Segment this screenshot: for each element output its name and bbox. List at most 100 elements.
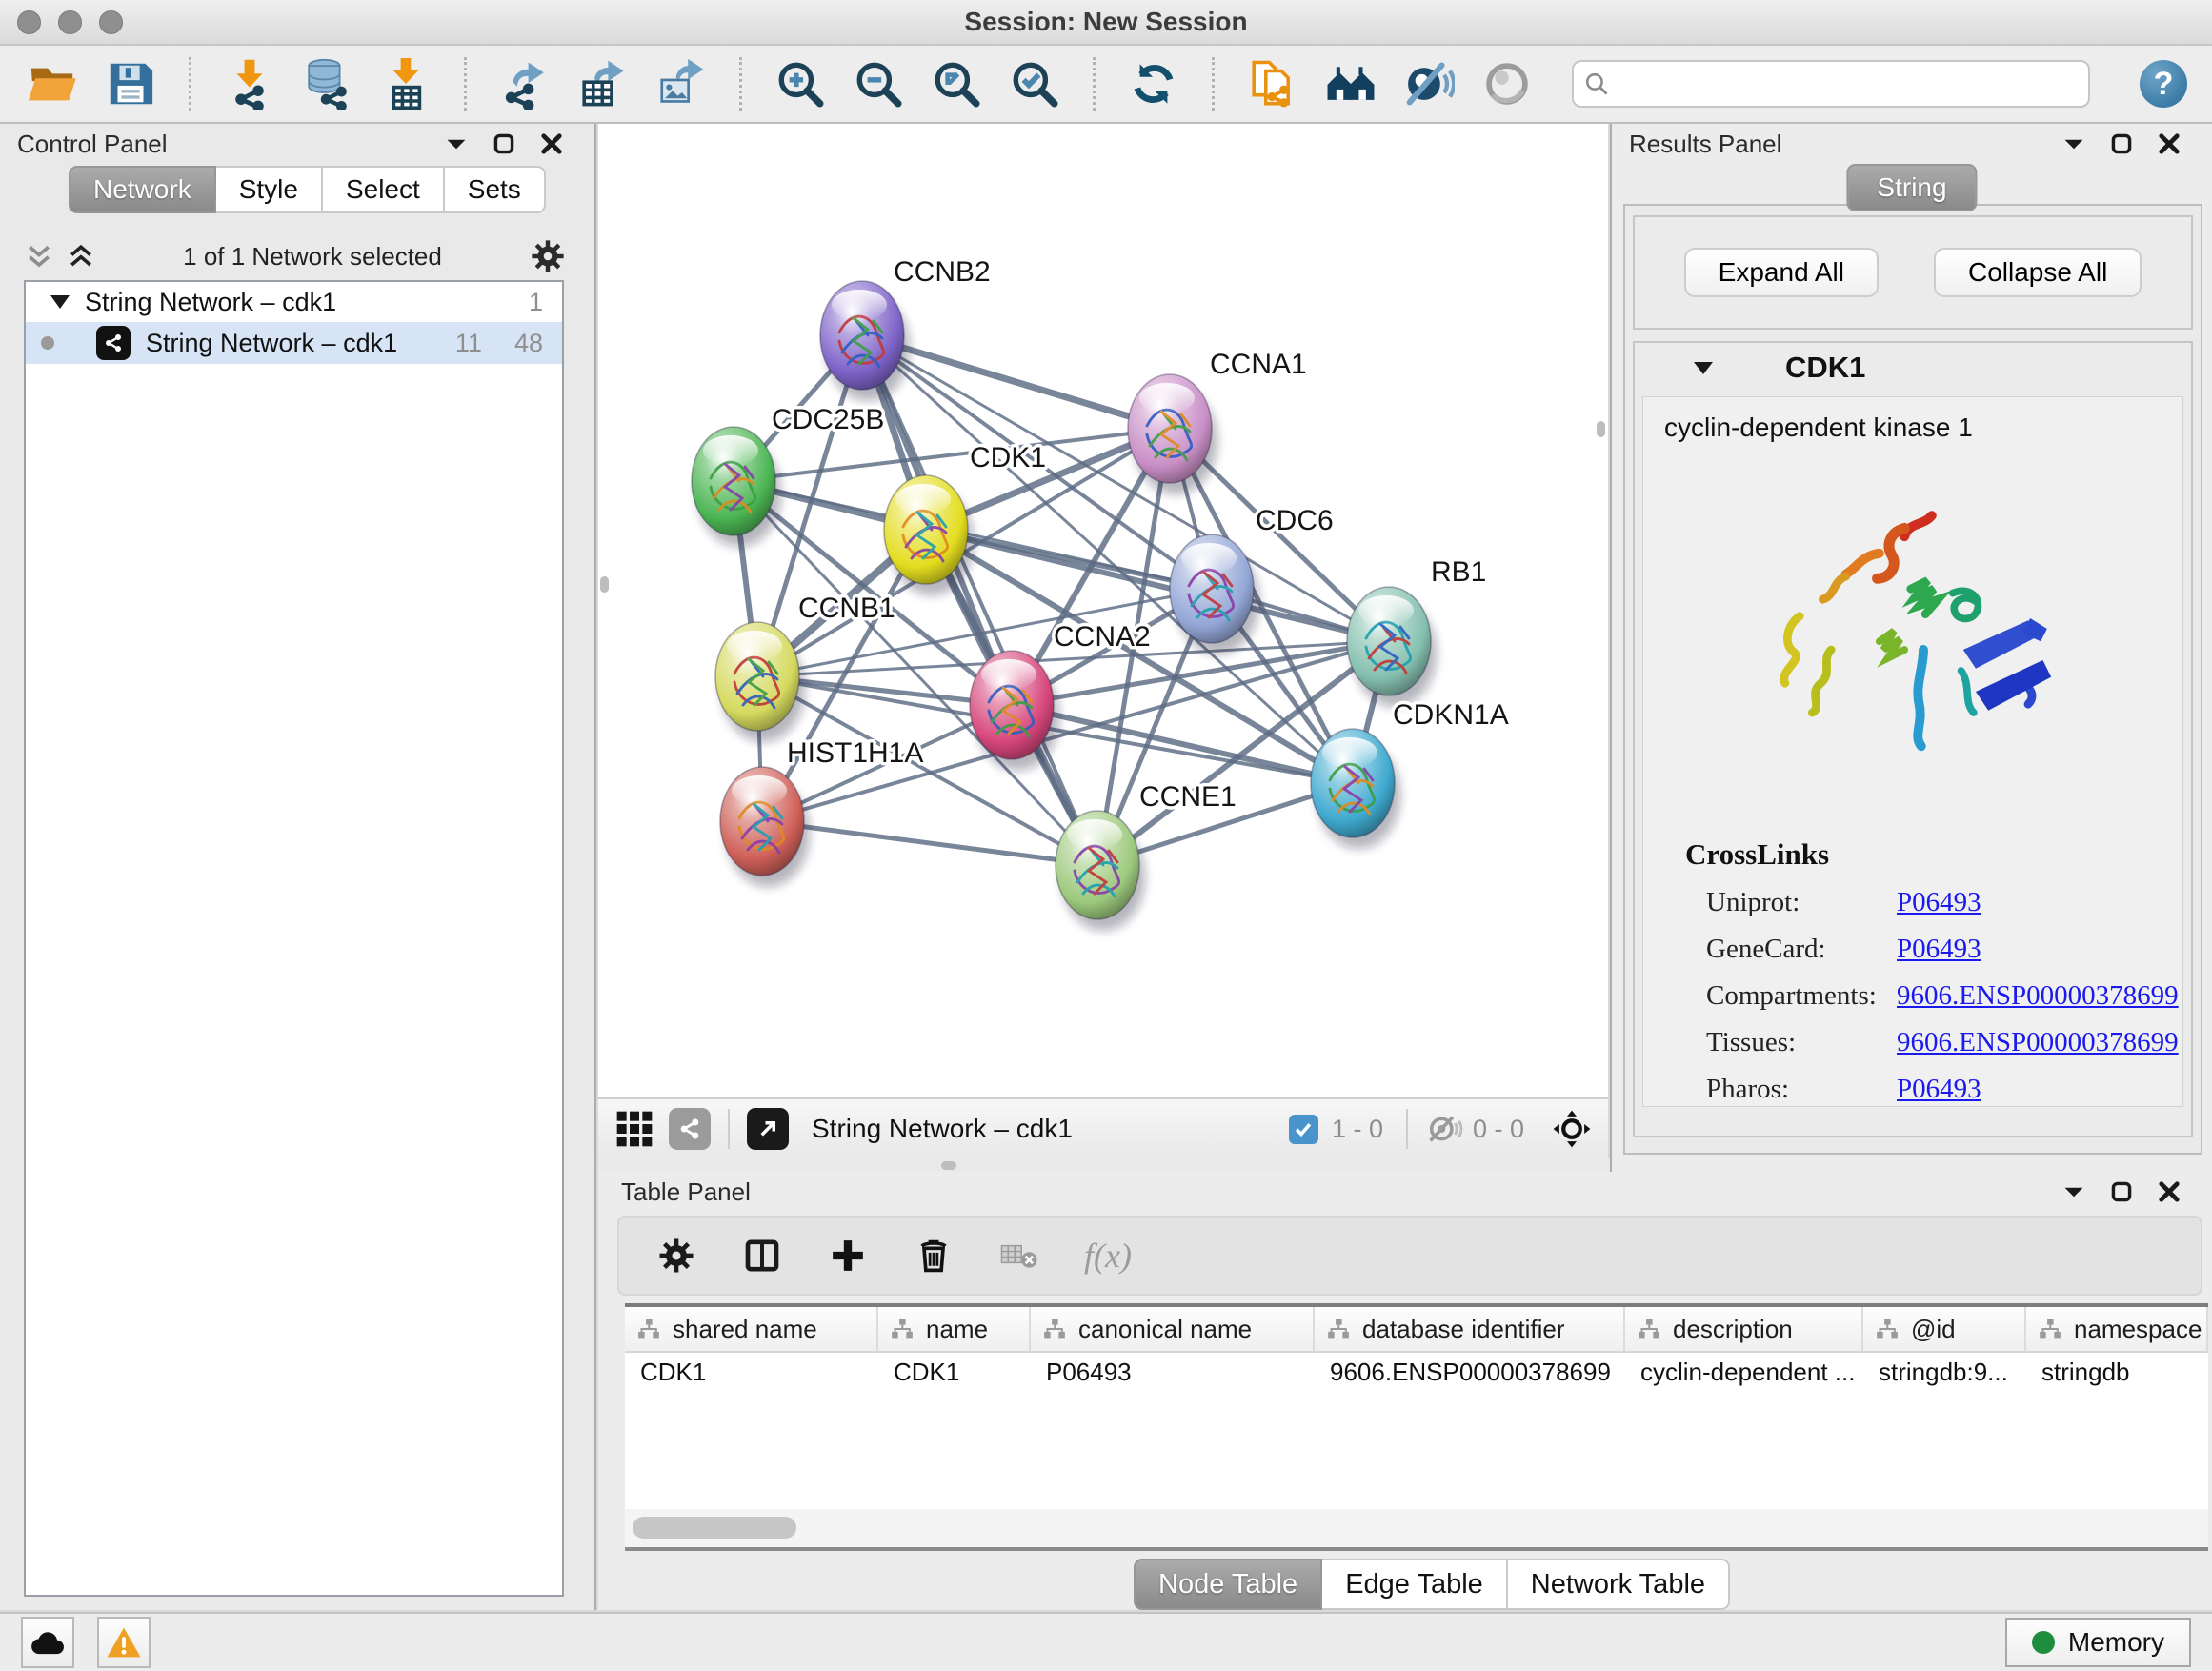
cloud-status-button[interactable] — [21, 1617, 74, 1668]
crosslink-value-link[interactable]: 9606.ENSP00000378699 — [1897, 1027, 2179, 1058]
column-header-shared-name[interactable]: shared name — [625, 1307, 878, 1351]
table-row[interactable]: CDK1CDK1P064939606.ENSP00000378699cyclin… — [625, 1353, 2208, 1391]
network-node-cdc6[interactable] — [1170, 534, 1259, 654]
open-in-new-window-icon[interactable] — [747, 1108, 789, 1150]
column-header-namespace[interactable]: namespace — [2026, 1307, 2208, 1351]
search-input[interactable] — [1618, 69, 2079, 100]
warning-status-button[interactable] — [97, 1617, 151, 1668]
table-cell[interactable]: stringdb:9... — [1863, 1353, 2026, 1391]
hide-glass-panel-button[interactable] — [1401, 56, 1457, 111]
scrollbar-thumb[interactable] — [633, 1517, 796, 1539]
network-node-ccnb2[interactable] — [820, 281, 910, 401]
crosslink-value-link[interactable]: P06493 — [1897, 934, 1981, 965]
export-table-button[interactable] — [575, 56, 631, 111]
search-field[interactable] — [1572, 60, 2090, 108]
expand-all-button[interactable]: Expand All — [1684, 248, 1879, 297]
column-header-canonical-name[interactable]: canonical name — [1031, 1307, 1315, 1351]
node-table[interactable]: shared namenamecanonical namedatabase id… — [625, 1303, 2208, 1551]
table-panel-close-icon[interactable] — [2157, 1179, 2182, 1204]
network-node-ccne1[interactable] — [1056, 811, 1145, 931]
crosslink-value-link[interactable]: P06493 — [1897, 1074, 1981, 1105]
network-edge[interactable] — [862, 335, 1097, 865]
table-horizontal-scrollbar[interactable] — [625, 1509, 2208, 1547]
table-cell[interactable]: cyclin-dependent ... — [1625, 1353, 1863, 1391]
results-panel-float-icon[interactable] — [2109, 131, 2134, 156]
network-options-gear-icon[interactable] — [530, 238, 566, 274]
clone-network-button[interactable] — [1245, 56, 1300, 111]
collapse-all-button[interactable]: Collapse All — [1934, 248, 2142, 297]
tab-string[interactable]: String — [1846, 164, 1977, 211]
export-network-button[interactable] — [497, 56, 553, 111]
pan-crosshair-icon[interactable] — [1551, 1108, 1593, 1150]
right-splitter-grip[interactable] — [1597, 421, 1605, 437]
network-edge[interactable] — [1012, 705, 1353, 783]
tab-network-table[interactable]: Network Table — [1508, 1559, 1730, 1610]
import-network-database-button[interactable] — [300, 56, 355, 111]
network-node-cdkn1a[interactable] — [1311, 729, 1400, 849]
column-header--id[interactable]: @id — [1863, 1307, 2026, 1351]
table-settings-gear-icon[interactable] — [655, 1235, 697, 1277]
control-panel-float-icon[interactable] — [492, 131, 516, 156]
tab-node-table[interactable]: Node Table — [1134, 1559, 1322, 1610]
network-collection-row[interactable]: String Network – cdk1 1 — [26, 282, 562, 322]
table-panel-float-icon[interactable] — [2109, 1179, 2134, 1204]
crosslink-value-link[interactable]: P06493 — [1897, 887, 1981, 918]
left-splitter-grip[interactable] — [600, 576, 609, 593]
network-node-hist1h1a[interactable] — [720, 767, 810, 887]
network-edge[interactable] — [762, 821, 1097, 865]
network-node-rb1[interactable] — [1347, 587, 1437, 707]
network-overview-toggle-icon[interactable] — [669, 1108, 711, 1150]
open-session-button[interactable] — [25, 56, 80, 111]
table-cell[interactable]: CDK1 — [878, 1353, 1031, 1391]
tab-edge-table[interactable]: Edge Table — [1322, 1559, 1508, 1610]
import-network-file-button[interactable] — [222, 56, 277, 111]
control-panel-menu-icon[interactable] — [444, 131, 469, 156]
splitter-grip[interactable] — [941, 1161, 956, 1170]
tab-network[interactable]: Network — [69, 166, 216, 213]
zoom-fit-button[interactable] — [929, 56, 984, 111]
node-details-header[interactable]: CDK1 — [1635, 343, 2191, 393]
tab-select[interactable]: Select — [323, 166, 445, 213]
results-panel-close-icon[interactable] — [2157, 131, 2182, 156]
table-cell[interactable]: P06493 — [1031, 1353, 1315, 1391]
control-panel-close-icon[interactable] — [539, 131, 564, 156]
results-panel-menu-icon[interactable] — [2061, 131, 2086, 156]
import-table-button[interactable] — [378, 56, 433, 111]
home-networks-button[interactable] — [1323, 56, 1378, 111]
zoom-selected-button[interactable] — [1007, 56, 1062, 111]
collection-expand-caret-icon[interactable] — [50, 295, 70, 309]
crosslink-value-link[interactable]: 9606.ENSP00000378699 — [1897, 980, 2179, 1012]
export-image-button[interactable] — [654, 56, 709, 111]
table-toolbar: f(x) — [617, 1216, 2202, 1296]
node-details-caret-icon[interactable] — [1694, 362, 1713, 374]
help-button[interactable]: ? — [2140, 60, 2187, 108]
table-cell[interactable]: 9606.ENSP00000378699 — [1315, 1353, 1625, 1391]
delete-column-trash-icon[interactable] — [913, 1235, 955, 1277]
tab-style[interactable]: Style — [216, 166, 323, 213]
table-cell[interactable]: stringdb — [2026, 1353, 2208, 1391]
network-view-canvas[interactable]: CCNB2CCNA1CDC25BCDK1CDC6RB1CCNB1CCNA2CDK… — [598, 124, 1608, 1097]
zoom-out-button[interactable] — [851, 56, 906, 111]
zoom-in-button[interactable] — [773, 56, 828, 111]
apply-layout-button[interactable] — [1126, 56, 1181, 111]
network-node-ccna2[interactable] — [970, 651, 1059, 771]
birds-eye-view-icon[interactable] — [613, 1108, 655, 1150]
column-header-database-identifier[interactable]: database identifier — [1315, 1307, 1625, 1351]
save-session-button[interactable] — [103, 56, 158, 111]
network-node-ccnb1[interactable] — [715, 622, 805, 742]
footer-separator — [1406, 1109, 1408, 1149]
selected-nodes-checkbox[interactable] — [1289, 1115, 1318, 1144]
network-edge[interactable] — [926, 530, 1389, 641]
expand-all-networks-icon[interactable] — [67, 242, 95, 271]
table-cell[interactable]: CDK1 — [625, 1353, 878, 1391]
table-panel-menu-icon[interactable] — [2061, 1179, 2086, 1204]
network-row-selected[interactable]: String Network – cdk1 11 48 — [26, 322, 562, 364]
tab-sets[interactable]: Sets — [445, 166, 546, 213]
show-columns-icon[interactable] — [741, 1235, 783, 1277]
memory-button[interactable]: Memory — [2005, 1618, 2191, 1667]
add-column-icon[interactable] — [827, 1235, 869, 1277]
collapse-all-networks-icon[interactable] — [25, 242, 53, 271]
column-header-name[interactable]: name — [878, 1307, 1031, 1351]
column-header-description[interactable]: description — [1625, 1307, 1863, 1351]
hidden-items-eye-icon[interactable] — [1425, 1108, 1467, 1150]
